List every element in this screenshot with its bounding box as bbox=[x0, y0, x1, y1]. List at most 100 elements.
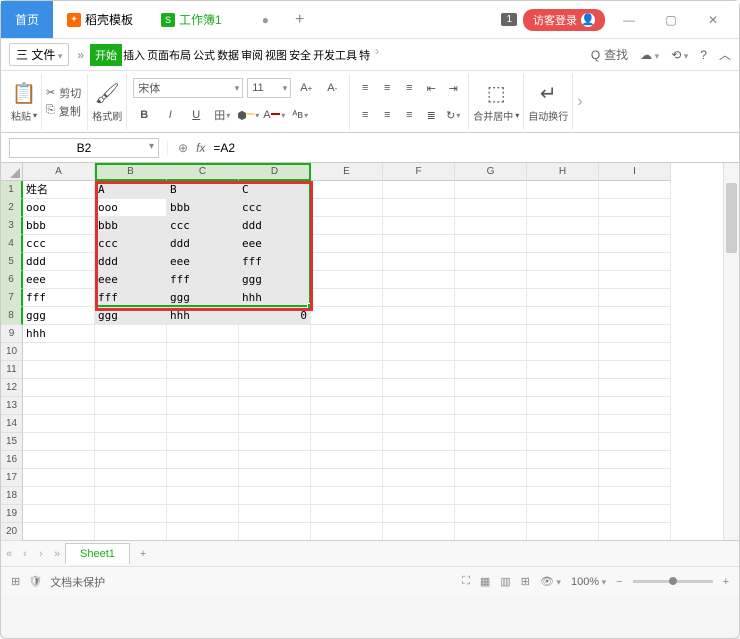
cell[interactable] bbox=[95, 469, 167, 487]
cell[interactable] bbox=[599, 415, 671, 433]
view-break-icon[interactable]: ⊞ bbox=[521, 575, 530, 588]
cell[interactable] bbox=[527, 487, 599, 505]
cell[interactable] bbox=[599, 397, 671, 415]
cell[interactable]: hhh bbox=[239, 289, 311, 307]
col-header[interactable]: H bbox=[527, 163, 599, 181]
cell[interactable] bbox=[311, 217, 383, 235]
cell[interactable] bbox=[527, 379, 599, 397]
cell[interactable] bbox=[455, 343, 527, 361]
tab-insert[interactable]: 插入 bbox=[122, 44, 146, 66]
zoom-in-button[interactable]: + bbox=[723, 576, 729, 588]
cell[interactable] bbox=[527, 253, 599, 271]
cell[interactable]: ggg bbox=[167, 289, 239, 307]
cell[interactable] bbox=[167, 361, 239, 379]
tab-review[interactable]: 审阅 bbox=[240, 44, 264, 66]
fill-color-button[interactable]: ⬢ bbox=[237, 104, 259, 126]
justify-button[interactable]: ≣ bbox=[422, 104, 440, 126]
row-header[interactable]: 9 bbox=[1, 325, 23, 343]
add-sheet-button[interactable]: + bbox=[130, 548, 156, 560]
cell[interactable]: hhh bbox=[167, 307, 239, 325]
sheet-prev-button[interactable]: ‹ bbox=[17, 548, 33, 560]
cell[interactable] bbox=[239, 469, 311, 487]
cell[interactable] bbox=[167, 505, 239, 523]
cell[interactable]: eee bbox=[95, 271, 167, 289]
cell[interactable] bbox=[95, 343, 167, 361]
border-button[interactable]: 田 bbox=[211, 104, 233, 126]
cell[interactable] bbox=[95, 325, 167, 343]
cell[interactable] bbox=[527, 523, 599, 540]
cell[interactable] bbox=[311, 235, 383, 253]
row-header[interactable]: 6 bbox=[1, 271, 23, 289]
cloud-menu[interactable]: ☁ bbox=[640, 48, 659, 62]
view-normal-icon[interactable]: ▦ bbox=[480, 575, 490, 588]
cell[interactable] bbox=[239, 433, 311, 451]
cell[interactable] bbox=[239, 343, 311, 361]
cell[interactable] bbox=[23, 505, 95, 523]
row-header[interactable]: 11 bbox=[1, 361, 23, 379]
cell[interactable]: ccc bbox=[239, 199, 311, 217]
name-box[interactable]: B2 bbox=[9, 138, 159, 158]
cell[interactable]: C bbox=[239, 181, 311, 199]
cell[interactable] bbox=[527, 451, 599, 469]
cell[interactable]: ddd bbox=[239, 217, 311, 235]
cell[interactable] bbox=[383, 451, 455, 469]
row-header[interactable]: 5 bbox=[1, 253, 23, 271]
tab-data[interactable]: 数据 bbox=[216, 44, 240, 66]
cell[interactable] bbox=[311, 307, 383, 325]
cell[interactable] bbox=[599, 433, 671, 451]
tab-workbook1[interactable]: S 工作簿1 ● bbox=[147, 1, 283, 38]
cell[interactable]: hhh bbox=[23, 325, 95, 343]
cell[interactable] bbox=[599, 505, 671, 523]
cell[interactable]: ddd bbox=[95, 253, 167, 271]
col-header[interactable]: F bbox=[383, 163, 455, 181]
cell[interactable] bbox=[599, 523, 671, 540]
cell[interactable] bbox=[311, 523, 383, 540]
cell[interactable]: ccc bbox=[167, 217, 239, 235]
cell[interactable] bbox=[383, 199, 455, 217]
cell[interactable]: fff bbox=[95, 289, 167, 307]
cell[interactable] bbox=[455, 451, 527, 469]
cell[interactable] bbox=[599, 451, 671, 469]
cell[interactable] bbox=[23, 523, 95, 540]
cell[interactable] bbox=[455, 523, 527, 540]
login-button[interactable]: 访客登录 👤 bbox=[523, 9, 605, 31]
cell[interactable] bbox=[383, 433, 455, 451]
cell[interactable]: ddd bbox=[167, 235, 239, 253]
cell[interactable]: bbb bbox=[23, 217, 95, 235]
cell[interactable] bbox=[311, 433, 383, 451]
tab-security[interactable]: 安全 bbox=[288, 44, 312, 66]
vertical-scrollbar[interactable] bbox=[723, 163, 739, 540]
scrollbar-thumb[interactable] bbox=[726, 183, 737, 253]
col-header[interactable]: B bbox=[95, 163, 167, 181]
cell[interactable] bbox=[455, 307, 527, 325]
cell[interactable] bbox=[599, 181, 671, 199]
col-header[interactable]: D bbox=[239, 163, 311, 181]
cell[interactable] bbox=[455, 433, 527, 451]
cell[interactable] bbox=[239, 415, 311, 433]
tab-home[interactable]: 首页 bbox=[1, 1, 53, 38]
cell[interactable] bbox=[311, 289, 383, 307]
cell[interactable] bbox=[599, 289, 671, 307]
cell[interactable] bbox=[383, 289, 455, 307]
cell[interactable]: eee bbox=[167, 253, 239, 271]
caret-up-icon[interactable]: ︿ bbox=[719, 46, 731, 63]
cell[interactable] bbox=[311, 451, 383, 469]
cell[interactable] bbox=[239, 361, 311, 379]
cell[interactable]: ggg bbox=[239, 271, 311, 289]
cell[interactable] bbox=[455, 253, 527, 271]
cell[interactable] bbox=[23, 361, 95, 379]
cell[interactable] bbox=[527, 217, 599, 235]
cell[interactable] bbox=[527, 343, 599, 361]
cell[interactable] bbox=[599, 217, 671, 235]
font-name-select[interactable]: 宋体 bbox=[133, 78, 243, 98]
cell[interactable] bbox=[527, 271, 599, 289]
cell[interactable]: fff bbox=[239, 253, 311, 271]
more-icon[interactable]: » bbox=[77, 48, 84, 62]
cell[interactable]: 姓名 bbox=[23, 181, 95, 199]
expand-icon[interactable]: ⊕ bbox=[178, 141, 188, 155]
row-header[interactable]: 20 bbox=[1, 523, 23, 541]
cell[interactable] bbox=[455, 235, 527, 253]
clipboard-icon[interactable]: 📋 bbox=[12, 81, 37, 106]
indent-decrease-button[interactable]: ⇤ bbox=[422, 77, 440, 99]
cell[interactable] bbox=[95, 451, 167, 469]
